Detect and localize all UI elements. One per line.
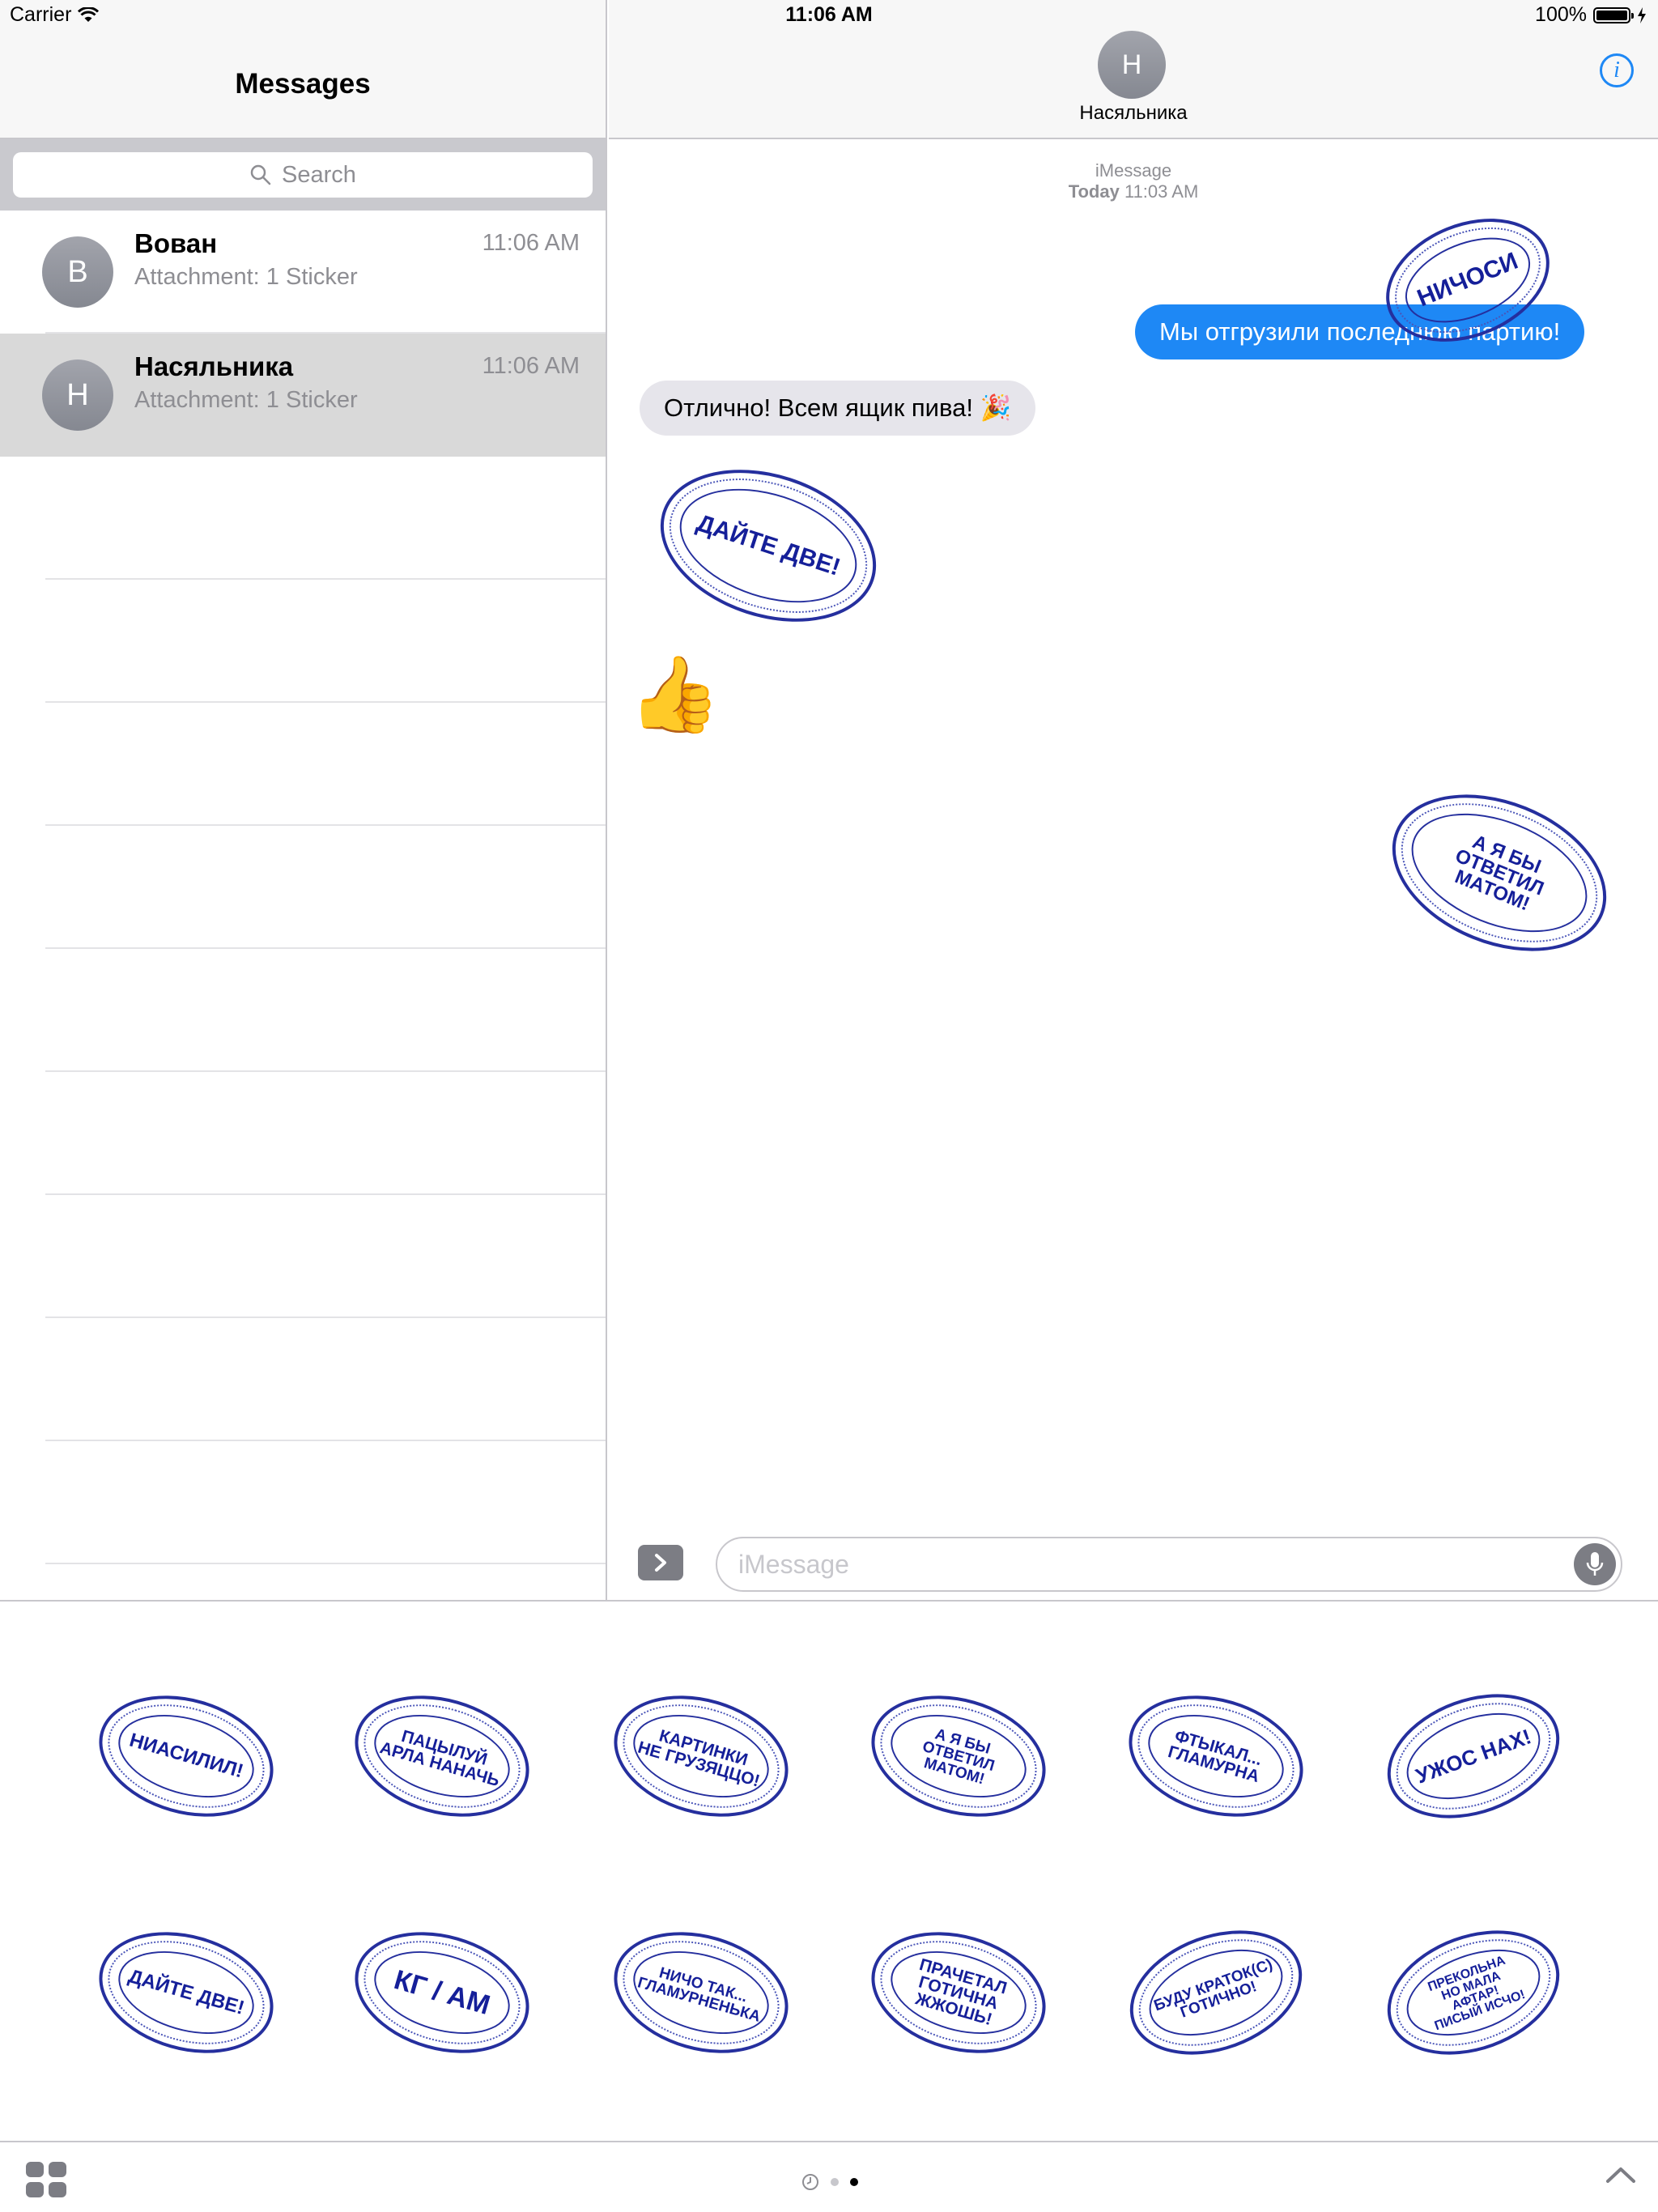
incoming-message-bubble[interactable]: Отлично! Всем ящик пива! 🎉 [640,381,1036,436]
conversation-preview: Attachment: 1 Sticker [134,387,358,413]
sticker-text: НИАСИЛИЛ! [126,1729,246,1783]
drawer-sticker[interactable]: ДАЙТЕ ДВЕ! [84,1912,288,2073]
row-divider [45,1563,606,1564]
timestamp-header: Today 11:03 AM [609,181,1658,202]
app-grid-icon[interactable] [26,2162,66,2197]
row-divider [45,578,606,580]
conversation-time: 11:06 AM [482,230,580,256]
row-divider [45,701,606,703]
page-dot-active[interactable] [850,2178,858,2186]
conversation-name: Насяльника [134,351,294,381]
status-bar: Carrier 11:06 AM 100% [0,0,1658,32]
date-label: Today [1068,181,1120,202]
sticker-text: ФТЫКАЛ... ГЛАМУРНА [1166,1726,1265,1787]
date-time: 11:03 AM [1124,181,1199,202]
battery-fill [1596,10,1627,20]
sticker-text: ПРАЧЕТАЛ ГОТИЧНА ЖЖОШЬ! [913,1955,1010,2029]
message-composer: iMessage [609,1519,1658,1600]
battery-indicator: 100% [1535,3,1647,27]
drawer-sticker[interactable]: КАРТИНКИ НЕ ГРУЗЯЦЦО! [599,1676,803,1836]
page-dot[interactable] [831,2178,839,2186]
message-placeholder: iMessage [738,1550,849,1579]
sticker-text: БУДУ КРАТОК(С) ГОТИЧНО! [1151,1955,1275,2022]
drawer-sticker[interactable]: ФТЫКАЛ... ГЛАМУРНА [1114,1676,1318,1836]
drawer-sticker[interactable]: ПАЦЫЛУЙ АРЛА НАНАЧЬ [340,1676,544,1836]
sticker-text: А Я БЫ ОТВЕТИЛ МАТОМ! [920,1725,997,1788]
sticker-text: ПРЕКОЛЬНА НО МАЛА АФТАР! ПИСЫЙ ИСЧО! [1426,1953,1528,2034]
info-icon[interactable]: i [1600,53,1634,87]
drawer-sticker[interactable]: КГ / АМ [340,1912,544,2073]
drawer-sticker[interactable]: БУДУ КРАТОК(С) ГОТИЧНО! [1112,1908,1320,2078]
sticker-text: ДАЙТЕ ДВЕ! [125,1965,247,2019]
conversation-name: Вован [134,228,218,258]
battery-icon [1593,6,1634,23]
search-placeholder: Search [282,161,356,188]
message-input[interactable]: iMessage [716,1537,1622,1592]
service-label: iMessage [1095,160,1172,181]
row-divider [45,1440,606,1441]
battery-percent: 100% [1535,3,1587,26]
thumbs-up-emoji[interactable]: 👍 [628,654,721,735]
search-icon [250,164,271,185]
sticker-text: КАРТИНКИ НЕ ГРУЗЯЦЦО! [636,1726,762,1791]
conversation-row-vovan[interactable]: В Вован Attachment: 1 Sticker 11:06 AM [0,211,606,334]
conversation-preview: Attachment: 1 Sticker [134,264,358,290]
drawer-footer [0,2141,1658,2212]
sidebar-title: Messages [235,68,371,100]
drawer-sticker[interactable]: НИЧО ТАК... ГЛАМУРНЕНЬКА [599,1912,803,2073]
avatar: Н [42,359,113,431]
row-divider [45,1070,606,1072]
sticker-text: ДАЙТЕ ДВЕ! [693,509,844,581]
page-indicator[interactable] [801,2173,858,2191]
row-divider [45,1317,606,1318]
row-divider [45,1193,606,1195]
conversation-row-nasyalnika[interactable]: Н Насяльника Attachment: 1 Sticker 11:06… [0,334,606,457]
drawer-sticker[interactable]: УЖОС НАХ! [1370,1671,1577,1841]
sticker-text: А Я БЫ ОТВЕТИЛ МАТОМ! [1452,831,1547,916]
row-divider [45,947,606,949]
drawer-sticker[interactable]: НИАСИЛИЛ! [84,1676,288,1836]
drawer-sticker[interactable]: А Я БЫ ОТВЕТИЛ МАТОМ! [857,1676,1061,1836]
chevron-up-icon[interactable] [1605,2163,1637,2186]
avatar: В [42,236,113,308]
recents-clock-icon[interactable] [801,2173,819,2191]
clock: 11:06 AM [785,3,873,26]
drawer-sticker[interactable]: ПРАЧЕТАЛ ГОТИЧНА ЖЖОШЬ! [857,1912,1061,2073]
sticker-a-ya-by-otvetil[interactable]: А Я БЫ ОТВЕТИЛ МАТОМ! [1369,764,1630,981]
sticker-drawer: НИАСИЛИЛ! ПАЦЫЛУЙ АРЛА НАНАЧЬ КАРТИНКИ Н… [0,1600,1658,2142]
microphone-icon[interactable] [1574,1543,1616,1585]
sticker-text: ПАЦЫЛУЙ АРЛА НАНАЧЬ [377,1726,502,1791]
search-area: Search [0,139,606,211]
sticker-daite-dve[interactable]: ДАЙТЕ ДВЕ! [640,443,896,649]
sticker-text: НИЧО ТАК... ГЛАМУРНЕНЬКА [636,1964,763,2026]
conversation-time: 11:06 AM [482,353,580,379]
sticker-text: УЖОС НАХ! [1412,1724,1535,1789]
sticker-text: КГ / АМ [390,1964,494,2021]
search-input[interactable]: Search [13,152,593,198]
contact-avatar[interactable]: Н [1098,31,1166,99]
sticker-text: НИЧОСИ [1413,247,1522,313]
apps-chevron-icon[interactable] [638,1545,683,1580]
contact-name[interactable]: Насяльника [609,102,1658,125]
drawer-sticker[interactable]: ПРЕКОЛЬНА НО МАЛА АФТАР! ПИСЫЙ ИСЧО! [1370,1908,1577,2078]
conversation-sidebar: Messages Search В Вован Attachment: 1 St… [0,0,607,1600]
row-divider [45,824,606,826]
charging-icon [1638,6,1646,23]
